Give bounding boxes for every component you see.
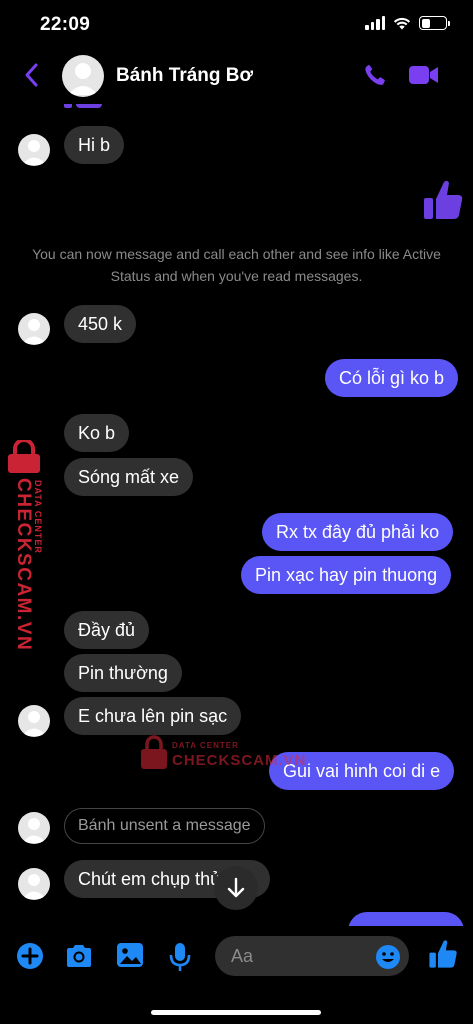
contact-avatar-small[interactable] [18,868,50,900]
contact-avatar-small[interactable] [18,134,50,166]
incoming-message[interactable]: 450 k [64,305,137,343]
contact-avatar-small[interactable] [18,313,50,345]
incoming-message[interactable]: Hi b [64,126,125,164]
wifi-icon [393,17,411,30]
home-indicator [151,1010,321,1015]
incoming-message[interactable]: Pin thường [64,654,182,692]
gallery-icon[interactable] [116,942,144,968]
status-bar: 22:09 [0,0,473,50]
thumbs-up-send-icon[interactable] [428,938,458,970]
contact-avatar[interactable] [62,55,104,97]
outgoing-message[interactable]: Rx tx đây đủ phải ko [262,513,454,551]
watermark-horizontal: DATA CENTER CHECKSCAM.VN [140,734,306,774]
connection-notice: You can now message and call each other … [32,246,441,284]
lock-icon [8,440,40,473]
scroll-to-bottom-button[interactable] [214,866,258,910]
message-input[interactable] [231,936,371,976]
unsent-message-notice: Bánh unsent a message [64,808,265,844]
incoming-message[interactable]: Ko b [64,414,130,452]
watermark-vertical: CHECKSCAM.VN DATA CENTER [2,440,50,651]
contact-avatar-small[interactable] [18,705,50,737]
outgoing-message[interactable]: Có lỗi gì ko b [325,359,459,397]
watermark-brand: CHECKSCAM.VN [172,752,307,769]
emoji-icon[interactable] [375,944,401,970]
battery-icon [419,16,450,30]
incoming-message[interactable]: E chưa lên pin sạc [64,697,242,735]
status-icons [365,16,450,30]
contact-name[interactable]: Bánh Tráng Bơ [116,65,253,87]
incoming-message[interactable]: Đầy đủ [64,611,150,649]
thumbs-up-icon[interactable] [422,178,464,222]
arrow-down-icon [227,877,245,898]
back-chevron-icon[interactable] [22,62,42,88]
incoming-message[interactable]: Sóng mất xe [64,458,194,496]
lock-icon [141,735,167,769]
watermark-sub: DATA CENTER [172,741,239,750]
conversation-header: Bánh Tráng Bơ [0,50,473,104]
microphone-icon[interactable] [168,942,192,972]
message-composer[interactable] [215,936,409,976]
camera-icon[interactable] [64,942,94,970]
watermark-sub: DATA CENTER [33,480,43,554]
phone-icon[interactable] [362,62,388,88]
plus-icon[interactable] [16,942,44,970]
watermark-brand: CHECKSCAM.VN [13,478,34,652]
video-camera-icon[interactable] [408,64,440,86]
status-time: 22:09 [40,14,91,35]
outgoing-message[interactable]: Pin xạc hay pin thuong [241,556,452,594]
cellular-signal-icon [365,16,385,30]
contact-avatar-small[interactable] [18,812,50,844]
battery-level [421,18,430,28]
